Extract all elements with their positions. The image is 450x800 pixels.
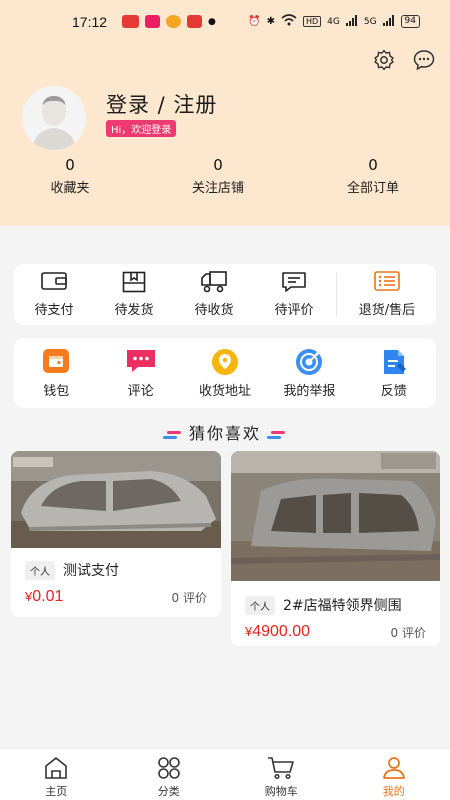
tools-card: 钱包 评论 收货地址 我的举报 反馈 xyxy=(14,338,436,408)
order-pending-review[interactable]: 待评价 xyxy=(254,271,334,318)
price-value: 4900.00 xyxy=(252,623,311,640)
order-pending-shipment[interactable]: 待发货 xyxy=(94,271,174,318)
user-icon xyxy=(338,756,450,780)
product-image xyxy=(231,451,440,581)
product-price: ¥0.01 xyxy=(25,588,63,606)
seller-type-tag: 个人 xyxy=(245,595,275,615)
product-card[interactable]: 个人 2#店福特领界侧围 ¥4900.00 0 评价 xyxy=(231,451,440,646)
status-time: 17:12 xyxy=(72,14,108,30)
order-label: 待收货 xyxy=(194,303,234,318)
tab-cart[interactable]: 购物车 xyxy=(225,749,338,800)
stats-row: 0 收藏夹 0 关注店铺 0 全部订单 xyxy=(0,156,450,196)
package-icon xyxy=(94,271,174,293)
status-indicators: ⏰ ✱ HD 4G 5G 94 xyxy=(248,14,420,29)
review-count: 0 评价 xyxy=(171,590,207,605)
order-label: 退货/售后 xyxy=(358,303,416,318)
truck-icon xyxy=(174,271,254,293)
price-value: 0.01 xyxy=(32,588,64,605)
return-icon xyxy=(339,271,435,293)
stat-followed-shops[interactable]: 0 关注店铺 xyxy=(140,156,296,196)
tab-category[interactable]: 分类 xyxy=(113,749,226,800)
tool-label: 评论 xyxy=(127,383,154,399)
battery-indicator: 94 xyxy=(400,15,420,28)
product-image xyxy=(11,451,221,548)
stat-value: 0 xyxy=(65,156,75,174)
signal-4g: 4G xyxy=(327,16,340,27)
tool-comments[interactable]: 评论 xyxy=(98,348,182,399)
product-card[interactable]: 个人 测试支付 ¥0.01 0 评价 xyxy=(11,451,221,617)
wallet-icon xyxy=(14,348,98,374)
tool-wallet[interactable]: 钱包 xyxy=(14,348,98,399)
alarm-icon: ⏰ xyxy=(248,16,261,27)
bluetooth-icon: ✱ xyxy=(266,16,275,27)
tab-label: 分类 xyxy=(157,785,180,798)
cart-icon xyxy=(225,756,338,780)
tool-address[interactable]: 收货地址 xyxy=(183,348,267,399)
tab-label: 购物车 xyxy=(264,785,298,798)
stat-all-orders[interactable]: 0 全部订单 xyxy=(296,156,450,196)
order-label: 待支付 xyxy=(34,303,74,318)
wifi-icon xyxy=(281,14,297,29)
report-icon xyxy=(267,348,351,375)
more-dot-icon: ● xyxy=(208,16,216,27)
profile-header: 17:12 ● ⏰ ✱ HD 4G 5G 94 登录 / 注册 Hi，欢迎登录 … xyxy=(0,0,450,226)
heading-decoration-right xyxy=(267,430,287,439)
tab-label: 我的 xyxy=(382,785,405,798)
stat-label: 关注店铺 xyxy=(191,181,244,196)
status-bar: 17:12 ● ⏰ ✱ HD 4G 5G 94 xyxy=(0,0,450,40)
chat-icon xyxy=(98,348,182,374)
tool-feedback[interactable]: 反馈 xyxy=(352,348,436,399)
product-price: ¥4900.00 xyxy=(245,623,310,641)
seller-type-tag: 个人 xyxy=(25,560,55,580)
hd-badge: HD xyxy=(302,16,322,27)
tool-label: 钱包 xyxy=(43,383,70,399)
login-register-link[interactable]: 登录 / 注册 xyxy=(106,89,217,119)
tool-label: 反馈 xyxy=(380,383,407,399)
order-label: 待评价 xyxy=(274,303,314,318)
app-notification-icon xyxy=(122,15,139,28)
wallet-icon xyxy=(14,271,94,293)
product-title: 测试支付 xyxy=(63,563,119,579)
app-notification-icon xyxy=(187,15,202,28)
order-pending-payment[interactable]: 待支付 xyxy=(14,271,94,318)
settings-icon[interactable] xyxy=(372,48,396,72)
stat-value: 0 xyxy=(368,156,378,174)
stat-label: 全部订单 xyxy=(346,181,399,196)
signal-icon xyxy=(345,14,358,29)
product-title: 2#店福特领界侧围 xyxy=(283,598,402,614)
comment-icon xyxy=(254,271,334,293)
app-notification-icon xyxy=(145,15,160,28)
order-pending-receipt[interactable]: 待收货 xyxy=(174,271,254,318)
signal-5g: 5G xyxy=(363,16,377,27)
status-app-icons: ● xyxy=(122,15,216,28)
review-count: 0 评价 xyxy=(390,625,426,640)
order-return-aftersale[interactable]: 退货/售后 xyxy=(339,271,435,318)
location-icon xyxy=(183,348,267,375)
order-status-card: 待支付 待发货 待收货 待评价 退货/售后 xyxy=(14,264,436,325)
stat-favorites[interactable]: 0 收藏夹 xyxy=(0,156,140,196)
home-icon xyxy=(0,756,113,780)
stat-label: 收藏夹 xyxy=(50,181,90,196)
welcome-badge: Hi，欢迎登录 xyxy=(106,120,177,137)
tool-reports[interactable]: 我的举报 xyxy=(267,348,351,399)
app-notification-icon xyxy=(166,15,181,28)
header-actions xyxy=(372,48,436,72)
category-icon xyxy=(113,756,226,780)
recommend-heading: 猜你喜欢 xyxy=(0,420,450,444)
tab-label: 主页 xyxy=(45,785,68,798)
tab-mine[interactable]: 我的 xyxy=(338,749,450,800)
divider xyxy=(336,272,337,317)
signal-icon xyxy=(382,14,395,29)
tool-label: 我的举报 xyxy=(283,383,336,399)
bottom-tab-bar: 主页 分类 购物车 我的 xyxy=(0,748,450,800)
heading-decoration-left xyxy=(162,430,183,439)
tool-label: 收货地址 xyxy=(198,383,251,399)
avatar[interactable] xyxy=(22,86,86,150)
recommend-title: 猜你喜欢 xyxy=(188,424,261,443)
stat-value: 0 xyxy=(213,156,223,174)
order-label: 待发货 xyxy=(114,303,154,318)
feedback-icon xyxy=(352,348,436,374)
tab-home[interactable]: 主页 xyxy=(0,749,113,800)
message-icon[interactable] xyxy=(412,48,436,72)
